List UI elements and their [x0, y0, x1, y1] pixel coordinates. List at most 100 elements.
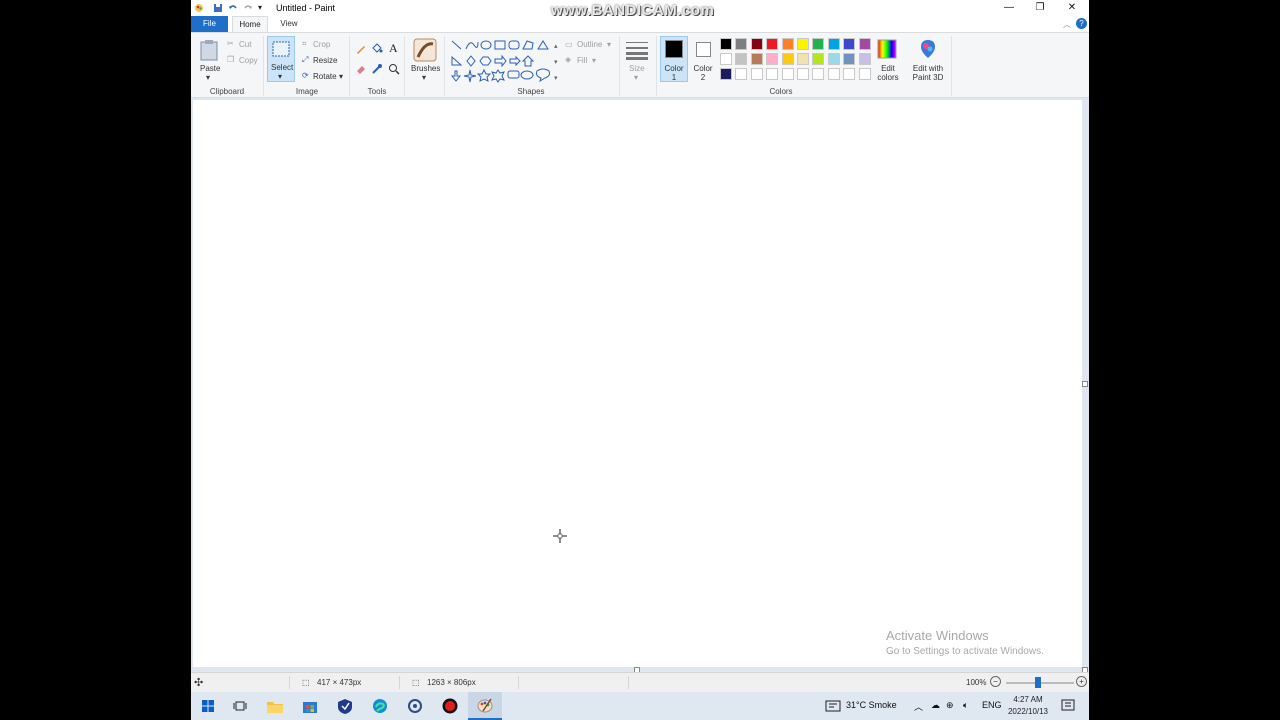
resize-button[interactable]: Resize	[313, 56, 337, 65]
cut-button[interactable]: Cut	[239, 40, 251, 49]
brushes-icon[interactable]	[413, 38, 437, 62]
clock-date[interactable]: 2022/10/13	[1006, 707, 1050, 716]
outline-button[interactable]: Outline	[577, 40, 602, 49]
color-swatch[interactable]	[843, 38, 856, 50]
color-swatch[interactable]	[827, 68, 840, 80]
color2-swatch[interactable]	[696, 42, 711, 57]
rotate-button[interactable]: Rotate	[313, 72, 337, 81]
color-swatch[interactable]	[797, 53, 809, 65]
color-swatch[interactable]	[750, 53, 763, 65]
shapes-gallery[interactable]: ▴ ▾ ▾	[450, 39, 560, 83]
color-swatch[interactable]	[766, 53, 779, 65]
color-picker-icon[interactable]	[371, 63, 383, 75]
color-swatch[interactable]	[827, 38, 840, 50]
collapse-ribbon-icon[interactable]: ︿	[1063, 19, 1071, 30]
paint-app-icon[interactable]	[194, 3, 204, 13]
text-tool-icon[interactable]: A	[389, 41, 398, 56]
paste-dropdown-icon[interactable]: ▾	[206, 73, 210, 82]
minimize-button[interactable]: —	[994, 0, 1024, 16]
crop-button[interactable]: Crop	[313, 40, 330, 49]
network-icon[interactable]: ⊕	[946, 700, 954, 711]
restore-button[interactable]: ❐	[1025, 0, 1055, 16]
paint3d-icon[interactable]	[919, 38, 937, 60]
edit-paint3d-label[interactable]: Edit with Paint 3D	[907, 64, 949, 82]
onedrive-icon[interactable]: ☁	[931, 700, 940, 711]
color-swatch[interactable]	[812, 38, 825, 50]
edit-colors-icon[interactable]	[877, 39, 897, 59]
settings-app-button[interactable]	[398, 692, 432, 720]
color-swatch[interactable]	[735, 38, 748, 50]
fill-dropdown-icon[interactable]: ▾	[592, 56, 596, 65]
show-hidden-icons-icon[interactable]: ︿	[914, 700, 923, 713]
color-swatch[interactable]	[858, 68, 871, 80]
help-icon[interactable]: ?	[1076, 18, 1087, 29]
weather-icon[interactable]	[825, 700, 841, 712]
paste-label[interactable]: Paste	[200, 64, 220, 73]
color-swatch[interactable]	[781, 53, 794, 65]
paint-taskbar-button[interactable]	[468, 692, 502, 720]
start-button[interactable]	[191, 692, 225, 720]
color-swatch[interactable]	[858, 53, 871, 65]
fill-button[interactable]: Fill	[577, 56, 587, 65]
magnifier-icon[interactable]	[388, 63, 400, 75]
color-swatch[interactable]	[797, 38, 809, 50]
task-view-button[interactable]	[223, 692, 257, 720]
tab-view[interactable]: View	[273, 16, 305, 32]
language-indicator[interactable]: ENG	[982, 700, 1002, 710]
zoom-slider-thumb[interactable]	[1035, 677, 1041, 688]
notifications-icon[interactable]	[1061, 699, 1075, 713]
edit-colors-label[interactable]: Edit colors	[875, 64, 901, 82]
brushes-label[interactable]: Brushes	[411, 64, 440, 73]
copy-button[interactable]: Copy	[239, 56, 258, 65]
size-icon[interactable]	[626, 40, 648, 60]
color-swatch[interactable]	[750, 38, 763, 50]
customize-quick-access-icon[interactable]: ▾	[258, 3, 262, 12]
color-swatch[interactable]	[720, 38, 732, 50]
color2-label[interactable]: Color 2	[692, 64, 714, 82]
color-swatch[interactable]	[720, 68, 732, 80]
file-explorer-button[interactable]	[258, 692, 292, 720]
color-swatch[interactable]	[858, 38, 871, 50]
eraser-icon[interactable]	[355, 63, 367, 75]
tab-file[interactable]: File	[191, 16, 228, 32]
outline-dropdown-icon[interactable]: ▾	[607, 40, 611, 49]
close-button[interactable]: ✕	[1057, 0, 1087, 16]
bandicam-button[interactable]	[433, 692, 467, 720]
fill-bucket-icon[interactable]	[371, 42, 383, 54]
color-swatch[interactable]	[781, 38, 794, 50]
color-swatch[interactable]	[766, 68, 779, 80]
weather-text[interactable]: 31°C Smoke	[846, 700, 897, 710]
store-button[interactable]	[293, 692, 327, 720]
clock-time[interactable]: 4:27 AM	[1010, 695, 1046, 704]
select-dropdown-icon[interactable]: ▾	[278, 72, 282, 81]
color-swatch[interactable]	[843, 53, 856, 65]
paste-icon[interactable]	[200, 39, 218, 61]
brushes-dropdown-icon[interactable]: ▾	[422, 73, 426, 82]
edge-button[interactable]	[363, 692, 397, 720]
drawing-canvas[interactable]	[193, 100, 1082, 667]
zoom-in-button[interactable]: +	[1076, 676, 1087, 687]
color-swatch[interactable]	[735, 53, 748, 65]
volume-icon[interactable]: 🔈︎	[963, 700, 968, 711]
color-swatch[interactable]	[735, 68, 748, 80]
color-swatch[interactable]	[827, 53, 840, 65]
size-dropdown-icon[interactable]: ▾	[634, 73, 638, 82]
undo-icon[interactable]	[228, 3, 238, 13]
color-swatch[interactable]	[843, 68, 856, 80]
color-swatch[interactable]	[781, 68, 794, 80]
color-swatch[interactable]	[750, 68, 763, 80]
tab-home[interactable]: Home	[232, 16, 268, 32]
canvas-resize-handle-right[interactable]	[1082, 381, 1088, 387]
redo-icon[interactable]	[243, 3, 253, 13]
color-swatch[interactable]	[766, 38, 779, 50]
zoom-out-button[interactable]: −	[990, 676, 1001, 687]
color-swatch[interactable]	[797, 68, 809, 80]
pencil-icon[interactable]	[355, 43, 367, 55]
save-icon[interactable]	[213, 3, 223, 13]
color-swatch[interactable]	[812, 68, 825, 80]
app-button[interactable]	[328, 692, 362, 720]
color-swatch[interactable]	[812, 53, 825, 65]
rotate-dropdown-icon[interactable]: ▾	[339, 72, 343, 81]
size-label[interactable]: Size	[629, 64, 645, 73]
color-swatch[interactable]	[720, 53, 732, 65]
